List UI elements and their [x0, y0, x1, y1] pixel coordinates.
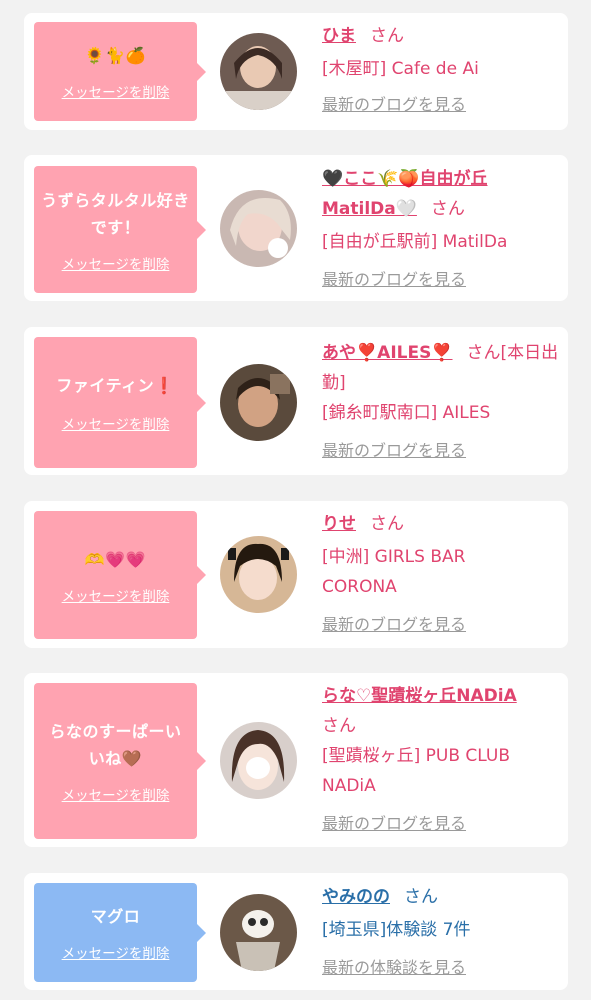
- delete-message-link[interactable]: メッセージを削除: [62, 942, 170, 962]
- message-text: 🫶💗💗: [84, 549, 147, 569]
- shop-label: [中洲] GIRLS BAR: [322, 547, 466, 567]
- message-text: マグロ: [90, 907, 141, 926]
- favorite-card: 🫶💗💗 メッセージを削除 りせ さん [中洲] GIRLS BAR CORONA …: [24, 501, 568, 648]
- profile-info: やみのの さん [埼玉県]体験談 7件 最新の体験談を見る: [322, 882, 562, 983]
- message-bubble: ファイティン❗️ メッセージを削除: [34, 337, 206, 468]
- latest-review-link[interactable]: 最新の体験談を見る: [322, 953, 562, 983]
- profile-name-link[interactable]: やみのの: [322, 887, 390, 907]
- shop-label-cont: CORONA: [322, 577, 397, 597]
- message-text: らなのすーぱーいいね🤎: [49, 722, 182, 768]
- honorific: さん: [404, 887, 438, 907]
- latest-blog-link[interactable]: 最新のブログを見る: [322, 809, 562, 839]
- favorite-card: 🌻🐈🍊 メッセージを削除 ひま さん [木屋町] Cafe de Ai 最新のブロ…: [24, 13, 568, 130]
- shop-label: [聖蹟桜ヶ丘] PUB CLUB: [322, 746, 511, 766]
- profile-name-link[interactable]: らな♡聖蹟桜ヶ丘NADiA: [322, 681, 517, 711]
- profile-name-link[interactable]: りせ: [322, 514, 356, 534]
- delete-message-link[interactable]: メッセージを削除: [62, 413, 170, 433]
- honorific: さん: [466, 343, 501, 363]
- latest-blog-link[interactable]: 最新のブログを見る: [322, 265, 562, 295]
- message-text: うずらタルタル好きです！: [41, 190, 190, 237]
- honorific: さん: [430, 199, 465, 219]
- avatar[interactable]: [220, 536, 297, 613]
- profile-info: りせ さん [中洲] GIRLS BAR CORONA 最新のブログを見る: [322, 509, 562, 640]
- delete-message-link[interactable]: メッセージを削除: [62, 784, 170, 804]
- profile-info: らな♡聖蹟桜ヶ丘NADiA さん [聖蹟桜ヶ丘] PUB CLUB NADiA …: [322, 681, 562, 839]
- message-bubble: 🌻🐈🍊 メッセージを削除: [34, 22, 206, 121]
- profile-name-link[interactable]: 🖤ここ🌾🍑自由が丘: [322, 164, 488, 194]
- latest-blog-link[interactable]: 最新のブログを見る: [322, 610, 562, 640]
- profile-info: 🖤ここ🌾🍑自由が丘 MatilDa🤍 さん [自由が丘駅前] MatilDa 最新…: [322, 164, 562, 295]
- profile-info: あや❣️AILES❣️ さん[本日出勤] [錦糸町駅南口] AILES 最新のブロ…: [322, 338, 562, 466]
- shop-label: [自由が丘駅前] MatilDa: [322, 232, 508, 252]
- delete-message-link[interactable]: メッセージを削除: [62, 81, 170, 101]
- honorific: さん: [370, 26, 404, 46]
- avatar[interactable]: [220, 894, 297, 971]
- review-count-label: [埼玉県]体験談 7件: [322, 920, 471, 940]
- avatar[interactable]: [220, 364, 297, 441]
- latest-blog-link[interactable]: 最新のブログを見る: [322, 90, 562, 120]
- avatar[interactable]: [220, 190, 297, 267]
- profile-name-link[interactable]: あや❣️AILES❣️: [322, 343, 453, 363]
- favorite-card: マグロ メッセージを削除 やみのの さん [埼玉県]体験談 7件 最新の体験談を見…: [24, 873, 568, 990]
- honorific: さん: [322, 716, 356, 736]
- favorite-card: うずらタルタル好きです！ メッセージを削除 🖤ここ🌾🍑自由が丘 MatilDa🤍…: [24, 155, 568, 301]
- message-bubble: マグロ メッセージを削除: [34, 883, 206, 982]
- honorific: さん: [370, 514, 404, 534]
- favorite-card: らなのすーぱーいいね🤎 メッセージを削除 らな♡聖蹟桜ヶ丘NADiA さん [聖…: [24, 673, 568, 847]
- avatar[interactable]: [220, 722, 297, 799]
- avatar[interactable]: [220, 33, 297, 110]
- latest-blog-link[interactable]: 最新のブログを見る: [322, 436, 562, 466]
- profile-name-link-cont[interactable]: MatilDa🤍: [322, 199, 417, 219]
- delete-message-link[interactable]: メッセージを削除: [62, 585, 170, 605]
- favorite-card: ファイティン❗️ メッセージを削除 あや❣️AILES❣️ さん[本日出勤] [錦…: [24, 327, 568, 475]
- message-bubble: らなのすーぱーいいね🤎 メッセージを削除: [34, 683, 206, 839]
- shop-label-cont: NADiA: [322, 776, 376, 796]
- profile-info: ひま さん [木屋町] Cafe de Ai 最新のブログを見る: [322, 21, 562, 120]
- message-bubble: うずらタルタル好きです！ メッセージを削除: [34, 166, 206, 293]
- shop-label: [木屋町] Cafe de Ai: [322, 59, 479, 79]
- shop-label: [錦糸町駅南口] AILES: [322, 403, 491, 423]
- profile-name-link[interactable]: ひま: [322, 26, 356, 46]
- delete-message-link[interactable]: メッセージを削除: [62, 253, 170, 273]
- message-text: 🌻🐈🍊: [84, 46, 147, 65]
- message-text: ファイティン❗️: [56, 376, 175, 395]
- message-bubble: 🫶💗💗 メッセージを削除: [34, 511, 206, 639]
